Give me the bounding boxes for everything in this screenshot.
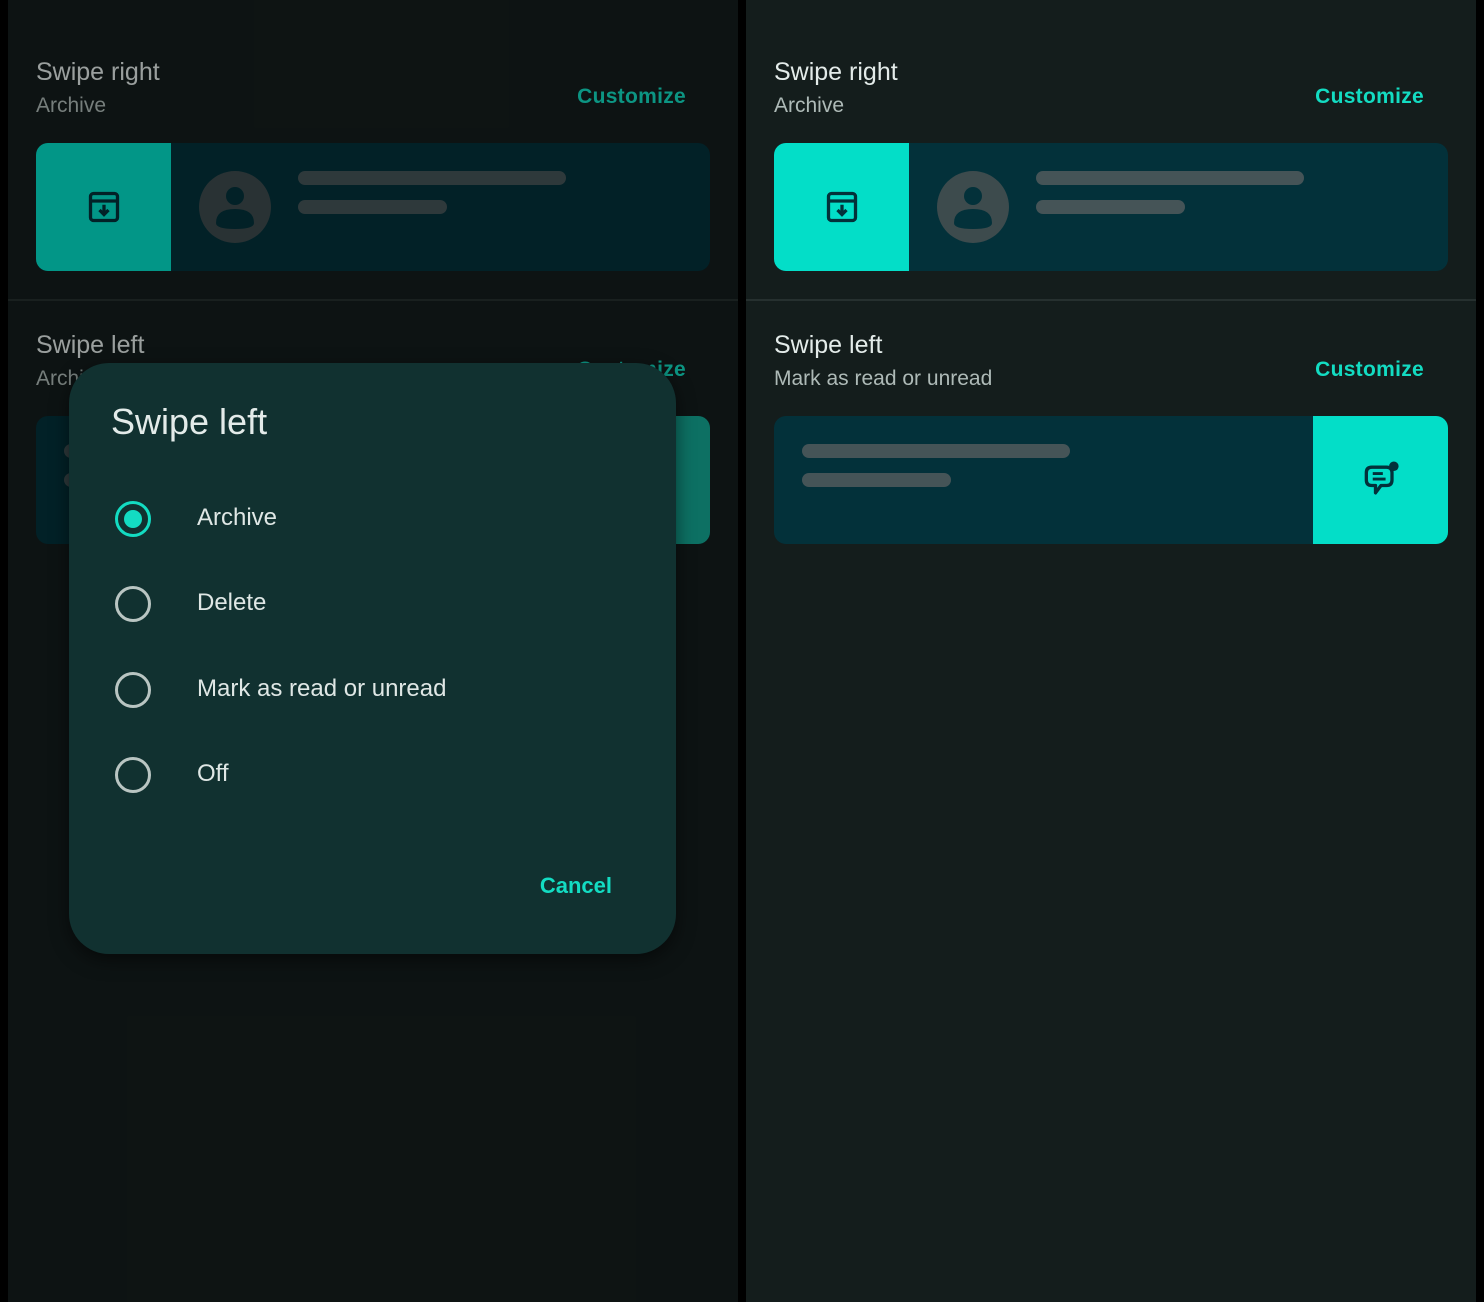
radio-button-selected[interactable] xyxy=(115,501,151,537)
divider xyxy=(746,299,1476,301)
option-off[interactable]: Off xyxy=(109,747,629,803)
right-screen: Swipe right Archive Customize Swipe left… xyxy=(746,0,1476,1302)
placeholder-line xyxy=(1036,200,1185,214)
radio-button[interactable] xyxy=(115,672,151,708)
dialog-title: Swipe left xyxy=(111,401,268,442)
swipe-left-title: Swipe left xyxy=(774,331,883,359)
option-label: Mark as read or unread xyxy=(197,675,447,702)
cancel-button[interactable]: Cancel xyxy=(540,873,612,899)
mark-read-unread-icon xyxy=(1364,461,1399,495)
option-label: Delete xyxy=(197,589,267,616)
swipe-right-action-area xyxy=(774,143,909,271)
placeholder-line xyxy=(802,473,951,487)
swipe-left-action-area xyxy=(1313,416,1448,544)
swipe-right-title: Swipe right xyxy=(774,58,898,86)
swipe-left-value: Mark as read or unread xyxy=(774,367,993,390)
option-label: Off xyxy=(197,760,229,787)
left-screen: Swipe right Archive Customize Swipe left… xyxy=(8,0,738,1302)
option-mark-read-unread[interactable]: Mark as read or unread xyxy=(109,662,629,718)
option-delete[interactable]: Delete xyxy=(109,576,629,632)
archive-icon xyxy=(826,191,857,223)
radio-button[interactable] xyxy=(115,586,151,622)
radio-button[interactable] xyxy=(115,757,151,793)
swipe-left-preview-card xyxy=(774,416,1448,544)
swipe-right-value: Archive xyxy=(774,94,845,117)
swipe-right-preview-card xyxy=(774,143,1448,271)
option-label: Archive xyxy=(197,504,278,531)
placeholder-line xyxy=(802,444,1070,458)
person-icon xyxy=(954,187,992,229)
avatar xyxy=(937,171,1009,243)
option-archive[interactable]: Archive xyxy=(109,491,629,547)
placeholder-line xyxy=(1036,171,1304,185)
swipe-left-dialog: Swipe left Archive Delete Mark as read o… xyxy=(69,363,676,954)
swipe-right-customize-button[interactable]: Customize xyxy=(1315,85,1424,109)
swipe-left-customize-button[interactable]: Customize xyxy=(1315,358,1424,382)
